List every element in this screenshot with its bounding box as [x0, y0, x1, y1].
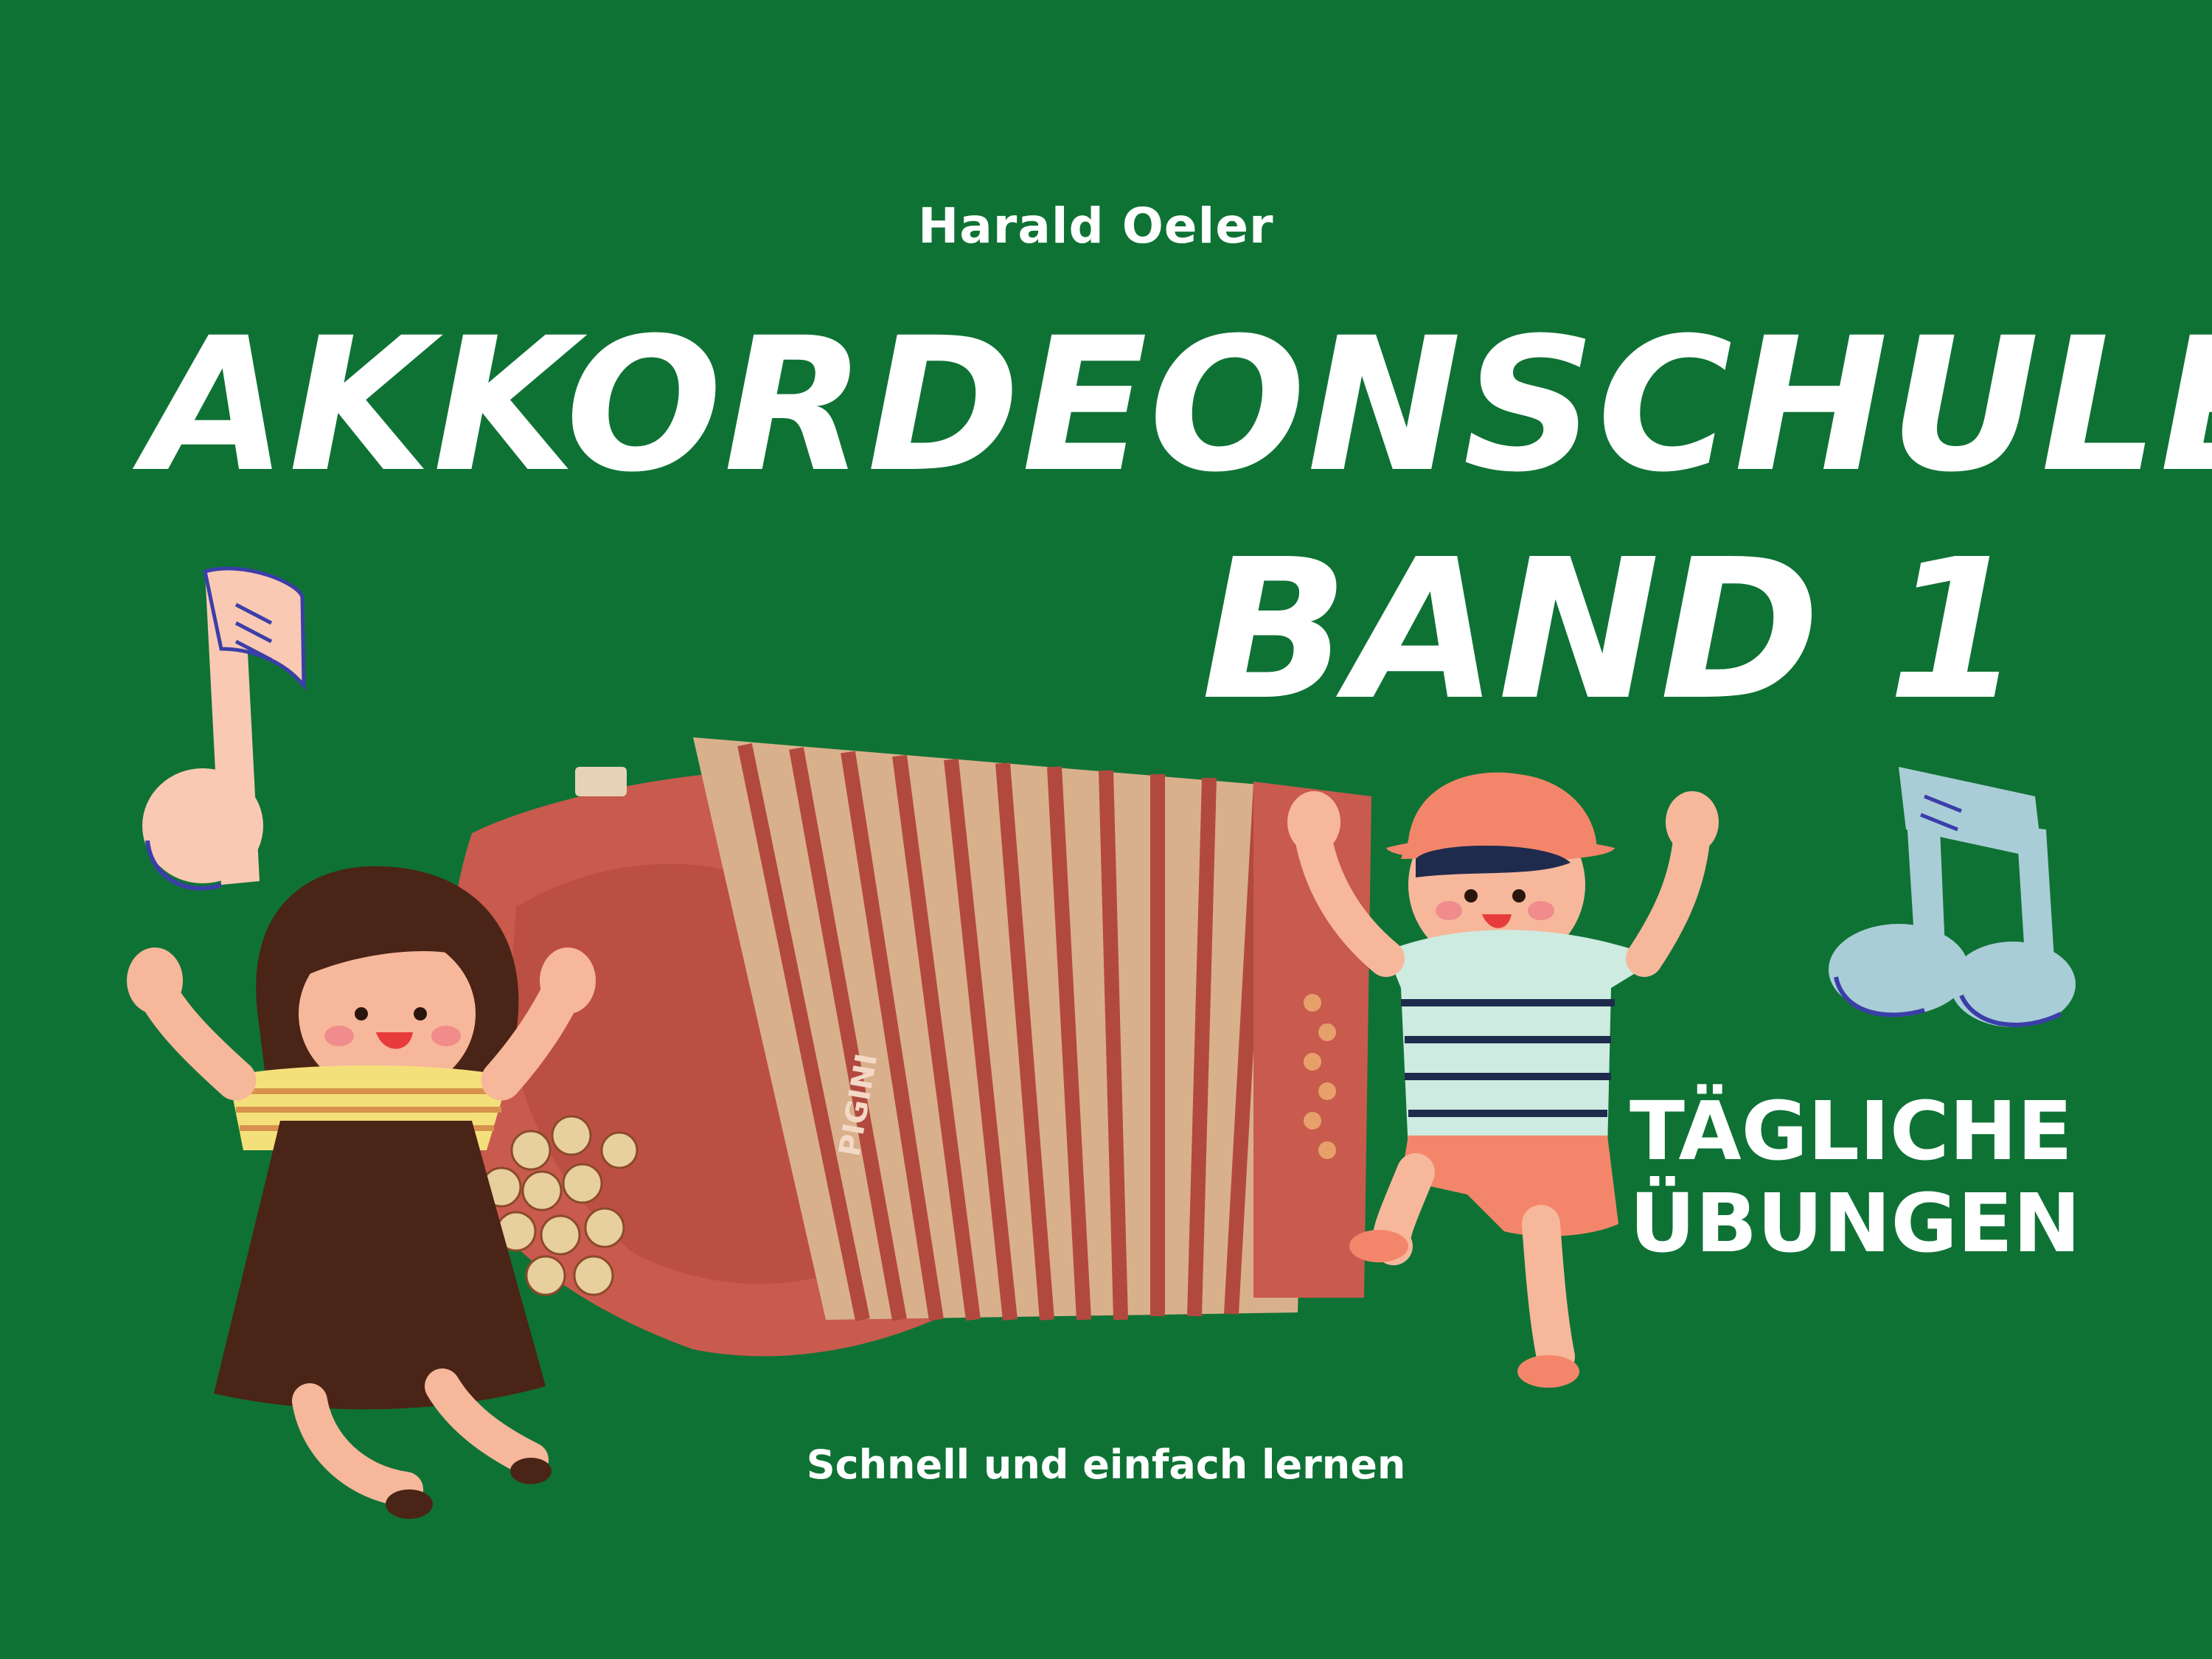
badge-line-1: TÄGLICHE	[1630, 1084, 2073, 1178]
book-volume: BAND 1	[1201, 518, 2022, 742]
author-name: Harald Oeler	[918, 198, 1274, 254]
badge-line-2: ÜBUNGEN	[1630, 1176, 2081, 1270]
accordion-illustration	[445, 737, 1371, 1357]
tagline: Schnell und einfach lernen	[806, 1441, 1406, 1488]
book-title: AKKORDEONSCHULE	[145, 298, 2212, 512]
book-cover: PIGINI Harald Oeler AKKORDEONSCHULE BAND…	[0, 0, 2212, 1659]
